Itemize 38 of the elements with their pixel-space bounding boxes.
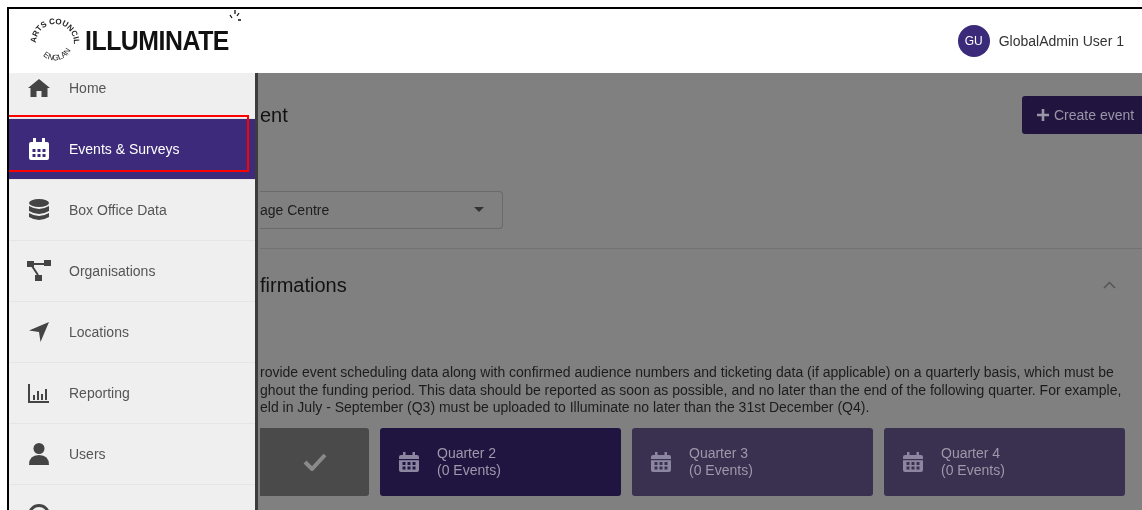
chevron-up-icon[interactable] — [1103, 281, 1116, 289]
info-paragraph: rovide event scheduling data along with confirmed audience numbers and ticketing data (if applicable) on a quarterly basis, which must be ghout the funding period. This data should be reported as soon as possible, and no later than the end of the following quarter. For example, eld in July - September (Q3) must be uploaded to Illuminate no later than the 31st December (Q4). — [260, 364, 1123, 417]
user-icon — [29, 443, 49, 465]
database-icon — [29, 199, 49, 221]
event-count: (0 Events) — [689, 461, 753, 479]
user-name: GlobalAdmin User 1 — [998, 33, 1124, 49]
dropdown-caret-icon — [474, 207, 484, 213]
section-title: firmations — [260, 273, 347, 297]
quarter-title: Quarter 4 — [941, 444, 1002, 462]
menu-item[interactable]: Box Office Data — [9, 180, 255, 241]
quarter-title: Quarter 2 — [437, 444, 498, 462]
checkmark-icon — [302, 452, 327, 471]
venue-select[interactable]: age Centre — [260, 191, 503, 229]
home-icon — [27, 78, 51, 98]
quarter-card[interactable]: Quarter 4 (0 Events) — [884, 427, 1125, 496]
page-title: ent — [260, 103, 288, 127]
user-avatar[interactable]: GU — [957, 25, 990, 57]
completed-quarter-card[interactable] — [260, 427, 369, 496]
event-count: (0 Events) — [941, 461, 1005, 479]
plus-icon — [1037, 109, 1049, 121]
calendar-icon — [29, 138, 49, 160]
bar-chart-icon — [28, 383, 50, 403]
menu-item[interactable]: Locations — [9, 302, 255, 363]
quarter-card[interactable]: Quarter 3 (0 Events) — [632, 427, 873, 496]
menu-item[interactable]: Organisations — [9, 241, 255, 302]
calendar-icon — [398, 450, 420, 473]
app-logo-wordmark: ILLUMINATE — [85, 25, 229, 57]
calendar-icon — [650, 450, 672, 473]
quarter-title: Quarter 3 — [689, 444, 750, 462]
menu-item[interactable]: Reporting — [9, 363, 255, 424]
quarter-card[interactable]: Quarter 2 (0 Events) — [380, 427, 621, 496]
event-count: (0 Events) — [437, 461, 501, 479]
navigation-arrow-icon — [28, 321, 50, 343]
hierarchy-icon — [27, 260, 51, 282]
menu-item[interactable]: Users — [9, 424, 255, 485]
create-event-button[interactable]: Create event — [1022, 96, 1142, 134]
calendar-icon — [902, 450, 924, 473]
sparkle-icon — [229, 9, 242, 23]
